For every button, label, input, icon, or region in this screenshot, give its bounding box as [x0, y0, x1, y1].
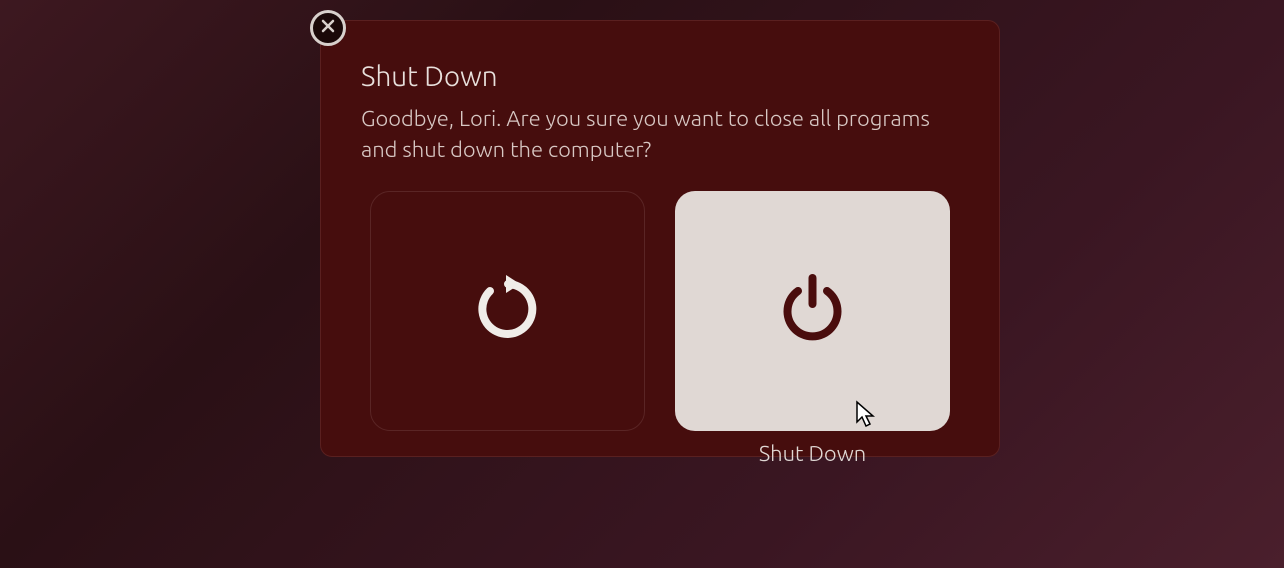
power-icon: [770, 266, 855, 355]
shutdown-dialog-container: Shut Down Goodbye, Lori. Are you sure yo…: [320, 20, 1000, 457]
close-button[interactable]: [310, 10, 346, 46]
shutdown-button[interactable]: Shut Down: [675, 191, 950, 431]
restart-button[interactable]: [370, 191, 645, 431]
action-buttons-row: Shut Down: [361, 191, 959, 431]
dialog-message: Goodbye, Lori. Are you sure you want to …: [361, 104, 959, 166]
restart-icon: [468, 269, 548, 353]
dialog-title: Shut Down: [361, 61, 959, 92]
shutdown-dialog: Shut Down Goodbye, Lori. Are you sure yo…: [320, 20, 1000, 457]
mouse-cursor: [855, 400, 877, 434]
shutdown-button-label: Shut Down: [675, 441, 950, 466]
close-icon: [320, 18, 336, 38]
